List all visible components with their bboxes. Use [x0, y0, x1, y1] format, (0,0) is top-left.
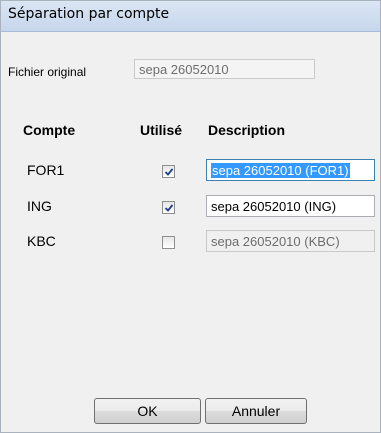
window-title: Séparation par compte — [8, 6, 170, 22]
ok-button[interactable]: OK — [94, 398, 201, 424]
used-checkbox-ing[interactable] — [162, 201, 175, 214]
source-file-field[interactable]: sepa 26052010 — [134, 59, 315, 79]
title-bar[interactable]: Séparation par compte — [1, 1, 380, 32]
description-field-kbc[interactable]: sepa 26052010 (KBC) — [206, 230, 375, 252]
source-file-label: Fichier original — [8, 65, 87, 79]
description-field-for1[interactable]: sepa 26052010 (FOR1) — [206, 159, 375, 181]
account-label-kbc: KBC — [27, 233, 56, 249]
checkmark-icon — [164, 204, 174, 212]
checkmark-icon — [164, 168, 174, 176]
dialog-window: Séparation par compte Fichier original s… — [0, 0, 381, 433]
account-label-ing: ING — [27, 198, 52, 214]
column-header-description: Description — [208, 122, 286, 138]
description-field-ing[interactable]: sepa 26052010 (ING) — [206, 195, 375, 217]
used-checkbox-kbc[interactable] — [162, 236, 175, 249]
account-label-for1: FOR1 — [27, 162, 65, 178]
used-checkbox-for1[interactable] — [162, 165, 175, 178]
description-text-for1: sepa 26052010 (FOR1) — [211, 163, 350, 178]
cancel-button[interactable]: Annuler — [205, 398, 307, 424]
column-header-used: Utilisé — [140, 122, 183, 138]
column-header-account: Compte — [23, 122, 76, 138]
